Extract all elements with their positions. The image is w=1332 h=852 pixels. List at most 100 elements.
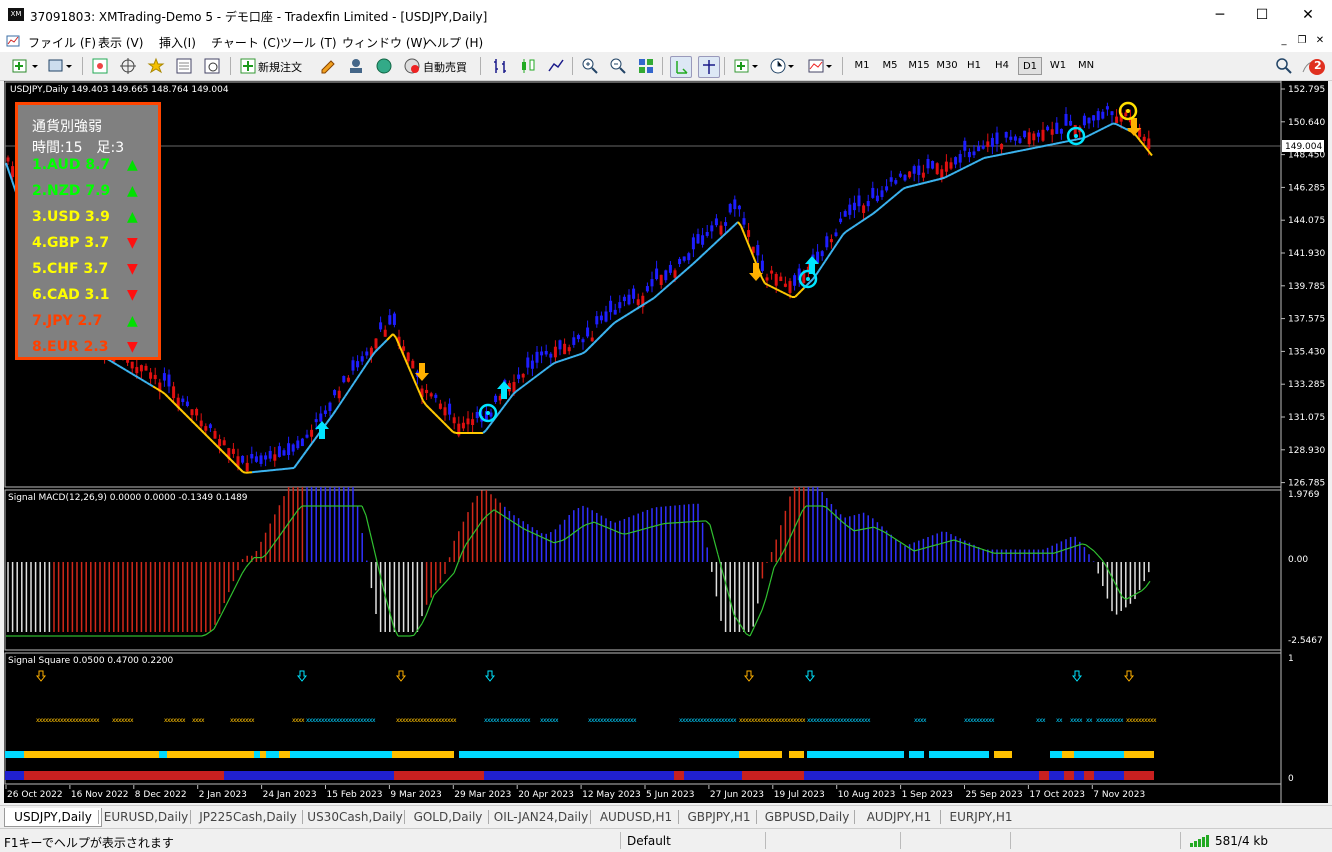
square-bar-1-segment: [254, 751, 260, 758]
candle-body: [1147, 138, 1150, 148]
chart-window[interactable]: 152.795150.640148.450146.285144.075141.9…: [4, 81, 1328, 803]
new-order-label[interactable]: 新規注文: [258, 59, 302, 75]
auto-trading-icon[interactable]: [402, 56, 422, 76]
timeframe-h4[interactable]: H4: [990, 57, 1014, 75]
mdi-close-icon[interactable]: ✕: [1312, 33, 1328, 49]
macd-axis-label: 1.9769: [1288, 490, 1320, 500]
terminal-icon[interactable]: [174, 56, 194, 76]
timeframe-m1[interactable]: M1: [850, 57, 874, 75]
menu-help[interactable]: ヘルプ (H): [425, 34, 483, 51]
candle-body: [885, 186, 888, 190]
market-icon[interactable]: [374, 56, 394, 76]
ma-line-segment: [765, 284, 768, 286]
ma-line-segment: [408, 366, 411, 373]
line-chart-icon[interactable]: [546, 56, 566, 76]
square-x-mark: x: [1120, 717, 1124, 724]
chart-shift-icon[interactable]: [698, 56, 720, 78]
tab-eurjpy-h1[interactable]: EURJPY,H1: [942, 808, 1020, 826]
macd-signal-segment: [1078, 544, 1082, 545]
chart-window-icon[interactable]: [6, 34, 20, 48]
new-order-icon[interactable]: [238, 56, 258, 76]
mdi-restore-icon[interactable]: ❐: [1294, 33, 1310, 49]
periods-button[interactable]: [768, 56, 798, 76]
templates-button[interactable]: [806, 56, 836, 76]
timeframe-mn[interactable]: MN: [1074, 57, 1098, 75]
menu-file[interactable]: ファイル (F): [28, 34, 96, 51]
square-bar-2-segment: [674, 771, 684, 780]
square-up-arrow: [298, 671, 306, 681]
tab-usdjpy-daily[interactable]: USDJPY,Daily: [4, 808, 102, 827]
menu-chart[interactable]: チャート (C): [211, 34, 280, 51]
chart-canvas[interactable]: 152.795150.640148.450146.285144.075141.9…: [4, 81, 1328, 803]
tab-gold-daily[interactable]: GOLD,Daily: [406, 808, 490, 826]
strategy-tester-icon[interactable]: [202, 56, 222, 76]
tab-jp225cash-daily[interactable]: JP225Cash,Daily: [192, 808, 304, 826]
ma-line-segment: [606, 328, 609, 331]
candle-body: [292, 444, 295, 451]
timeframe-d1[interactable]: D1: [1018, 57, 1042, 75]
new-chart-button[interactable]: [10, 56, 40, 76]
square-x-mark: x: [1089, 717, 1093, 724]
maximize-button[interactable]: ☐: [1242, 4, 1282, 26]
tab-eurusd-daily[interactable]: EURUSD,Daily: [100, 808, 192, 826]
ma-line-segment: [429, 408, 432, 411]
tab-gbpusd-daily[interactable]: GBPUSD,Daily: [758, 808, 856, 826]
ma-line-segment: [231, 460, 234, 463]
tab-us30cash-daily[interactable]: US30Cash,Daily: [304, 808, 406, 826]
notifications-icon[interactable]: 2: [1300, 56, 1326, 76]
ma-line-segment: [201, 430, 204, 433]
ma-line-segment: [945, 176, 948, 178]
metaeditor-icon[interactable]: [318, 56, 338, 76]
tab-audusd-h1[interactable]: AUDUSD,H1: [592, 808, 680, 826]
candlestick-icon[interactable]: [518, 56, 538, 76]
tile-windows-icon[interactable]: [636, 56, 656, 76]
search-icon[interactable]: [1274, 56, 1294, 76]
strength-currency-label: 1.AUD 8.7: [32, 157, 110, 173]
market-watch-icon[interactable]: [90, 56, 110, 76]
candle-body: [186, 402, 189, 406]
macd-signal-segment: [922, 548, 926, 549]
navigator-icon[interactable]: [146, 56, 166, 76]
candle-body: [517, 375, 520, 379]
menu-window[interactable]: ウィンドウ (W): [342, 34, 427, 51]
strength-row: 7.JPY 2.7▲: [32, 313, 102, 329]
tab-oil-jan24-daily[interactable]: OIL-JAN24,Daily: [490, 808, 592, 826]
macd-signal-segment: [870, 527, 874, 528]
square-bar-1-segment: [392, 751, 454, 758]
minimize-button[interactable]: ─: [1200, 4, 1240, 26]
timeframe-m30[interactable]: M30: [934, 57, 960, 75]
mdi-minimize-icon[interactable]: _: [1276, 33, 1292, 49]
auto-trading-label[interactable]: 自動売買: [423, 59, 467, 75]
zoom-out-icon[interactable]: [608, 56, 628, 76]
ma-line-segment: [921, 183, 924, 184]
candle-body: [1037, 133, 1040, 137]
timeframe-m5[interactable]: M5: [878, 57, 902, 75]
timeframe-h1[interactable]: H1: [962, 57, 986, 75]
candle-body: [876, 196, 879, 201]
tab-audjpy-h1[interactable]: AUDJPY,H1: [856, 808, 942, 826]
profiles-button[interactable]: [46, 56, 74, 76]
bar-chart-icon[interactable]: [490, 56, 510, 76]
ma-line-segment: [417, 387, 420, 394]
ma-line-segment: [447, 426, 450, 429]
macd-signal-segment: [862, 529, 866, 530]
timeframe-w1[interactable]: W1: [1046, 57, 1070, 75]
indicators-button[interactable]: [732, 56, 762, 76]
ma-line-segment: [828, 253, 831, 258]
menu-tools[interactable]: ツール (T): [280, 34, 337, 51]
ma-line-segment: [564, 359, 567, 360]
zoom-in-icon[interactable]: [580, 56, 600, 76]
tab-gbpjpy-h1[interactable]: GBPJPY,H1: [680, 808, 758, 826]
macd-signal-segment: [410, 635, 414, 636]
timeframe-m15[interactable]: M15: [906, 57, 932, 75]
ma-line-segment: [561, 360, 564, 361]
candle-body: [697, 234, 700, 243]
menu-view[interactable]: 表示 (V): [98, 34, 143, 51]
signals-icon[interactable]: [346, 56, 366, 76]
ma-line-segment: [381, 343, 384, 346]
crosshair-icon[interactable]: [118, 56, 138, 76]
menu-insert[interactable]: 挿入(I): [159, 34, 196, 51]
close-button[interactable]: ✕: [1288, 4, 1328, 26]
auto-scroll-icon[interactable]: [670, 56, 692, 78]
ma-line-segment: [213, 442, 216, 445]
